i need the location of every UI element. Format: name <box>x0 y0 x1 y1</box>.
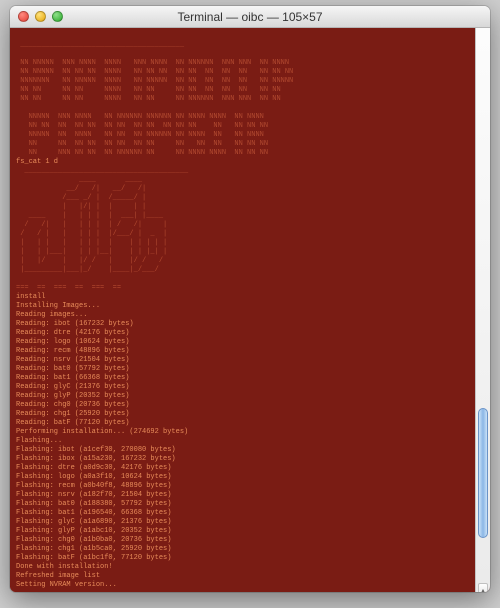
reading-images-line: Reading images... <box>16 311 87 319</box>
terminal-viewport[interactable]: _______________________________________ … <box>10 28 475 592</box>
vertical-scrollbar[interactable]: ▴ ▾ <box>475 28 490 592</box>
reading-block: Reading: ibot (167232 bytes) Reading: dt… <box>16 320 134 427</box>
window-title: Terminal — oibc — 105×57 <box>10 10 490 24</box>
ascii-logo: _______________________________________ … <box>16 167 188 292</box>
scrollbar-thumb[interactable] <box>478 408 488 538</box>
titlebar[interactable]: Terminal — oibc — 105×57 <box>10 6 490 28</box>
traffic-lights <box>18 11 63 22</box>
terminal-body: _______________________________________ … <box>10 28 490 592</box>
done-line: Done with installation! <box>16 563 113 571</box>
performing-line: Performing installation... (274692 bytes… <box>16 428 188 436</box>
nvram-line: Setting NVRAM version... <box>16 581 117 589</box>
flashing-hdr-line: Flashing... <box>16 437 62 445</box>
zoom-icon[interactable] <box>52 11 63 22</box>
installing-line: Installing Images... <box>16 302 100 310</box>
install-line: install <box>16 293 45 301</box>
fs-cat-line: fs_cat 1 d <box>16 158 58 166</box>
minimize-icon[interactable] <box>35 11 46 22</box>
banner: _______________________________________ … <box>16 41 293 157</box>
cursor: _ <box>16 590 20 592</box>
terminal-window: Terminal — oibc — 105×57 _______________… <box>10 6 490 592</box>
close-icon[interactable] <box>18 11 29 22</box>
scroll-up-icon[interactable]: ▴ <box>478 583 488 592</box>
flashing-block: Flashing: ibot (a1cef30, 270080 bytes) F… <box>16 446 176 562</box>
refreshed-line: Refreshed image list <box>16 572 100 580</box>
